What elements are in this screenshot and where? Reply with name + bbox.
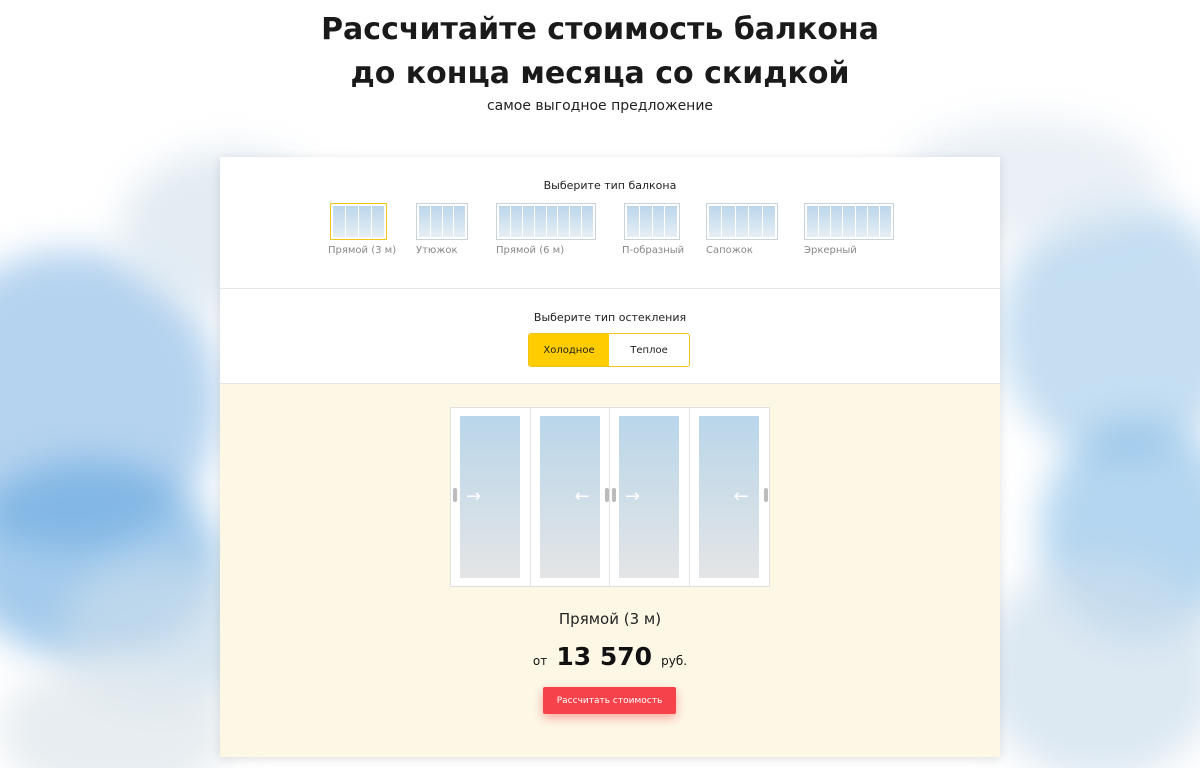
balcony-type-label-straight-3m: Прямой (3 м) xyxy=(328,245,397,256)
price-value: 13 570 xyxy=(556,642,653,671)
balcony-straight-6m-icon xyxy=(496,203,596,240)
price-prefix: от xyxy=(532,654,548,668)
page-subtitle: самое выгодное предложение xyxy=(486,98,714,114)
calculator-card: Выберите тип балкона Прямой (3 м) Утюжок… xyxy=(220,157,1000,757)
page-title-line2: до конца месяца со скидкой xyxy=(350,56,850,91)
balcony-boot-icon xyxy=(706,203,778,240)
page-title-line1: Рассчитайте стоимость балкона xyxy=(321,12,879,47)
glazing-option-warm[interactable]: Теплое xyxy=(609,334,689,366)
window-sash: ← xyxy=(531,408,610,586)
window-preview: → ← → ← xyxy=(450,407,770,587)
selected-model-name: Прямой (3 м) xyxy=(558,610,662,628)
balcony-bay-icon xyxy=(804,203,894,240)
glazing-label: Выберите тип остекления xyxy=(533,311,687,324)
arrow-right-icon: → xyxy=(466,486,482,507)
balcony-type-section: Выберите тип балкона Прямой (3 м) Утюжок… xyxy=(220,157,1000,289)
window-sash: → xyxy=(451,408,531,586)
arrow-right-icon: → xyxy=(625,486,641,507)
window-sash: ← xyxy=(690,408,770,586)
arrow-left-icon: ← xyxy=(733,486,749,507)
glazing-toggle: Холодное Теплое xyxy=(528,333,690,367)
glazing-section: Выберите тип остекления Холодное Теплое xyxy=(220,289,1000,384)
balcony-straight-3m-icon xyxy=(330,203,387,240)
price-currency: руб. xyxy=(661,654,688,668)
window-sash: → xyxy=(610,408,690,586)
balcony-type-label-iron: Утюжок xyxy=(416,245,458,256)
balcony-type-label-straight-6m: Прямой (6 м) xyxy=(496,245,565,256)
page-title: Рассчитайте стоимость балкона до конца м… xyxy=(0,8,1200,96)
balcony-type-label-bay: Эркерный xyxy=(804,245,857,256)
balcony-type-label-boot: Сапожок xyxy=(706,245,753,256)
glazing-option-cold[interactable]: Холодное xyxy=(529,334,609,366)
price: от 13 570 руб. xyxy=(220,642,1000,671)
result-section: → ← → ← Прямой (3 м) от 13 570 руб. Расс… xyxy=(220,384,1000,757)
calculate-price-button[interactable]: Рассчитать стоимость xyxy=(543,687,676,714)
balcony-type-label-p-shaped: П-образный xyxy=(622,245,685,256)
balcony-type-label: Выберите тип балкона xyxy=(543,179,677,192)
balcony-p-shaped-icon xyxy=(624,203,680,240)
arrow-left-icon: ← xyxy=(574,486,590,507)
balcony-iron-icon xyxy=(416,203,468,240)
